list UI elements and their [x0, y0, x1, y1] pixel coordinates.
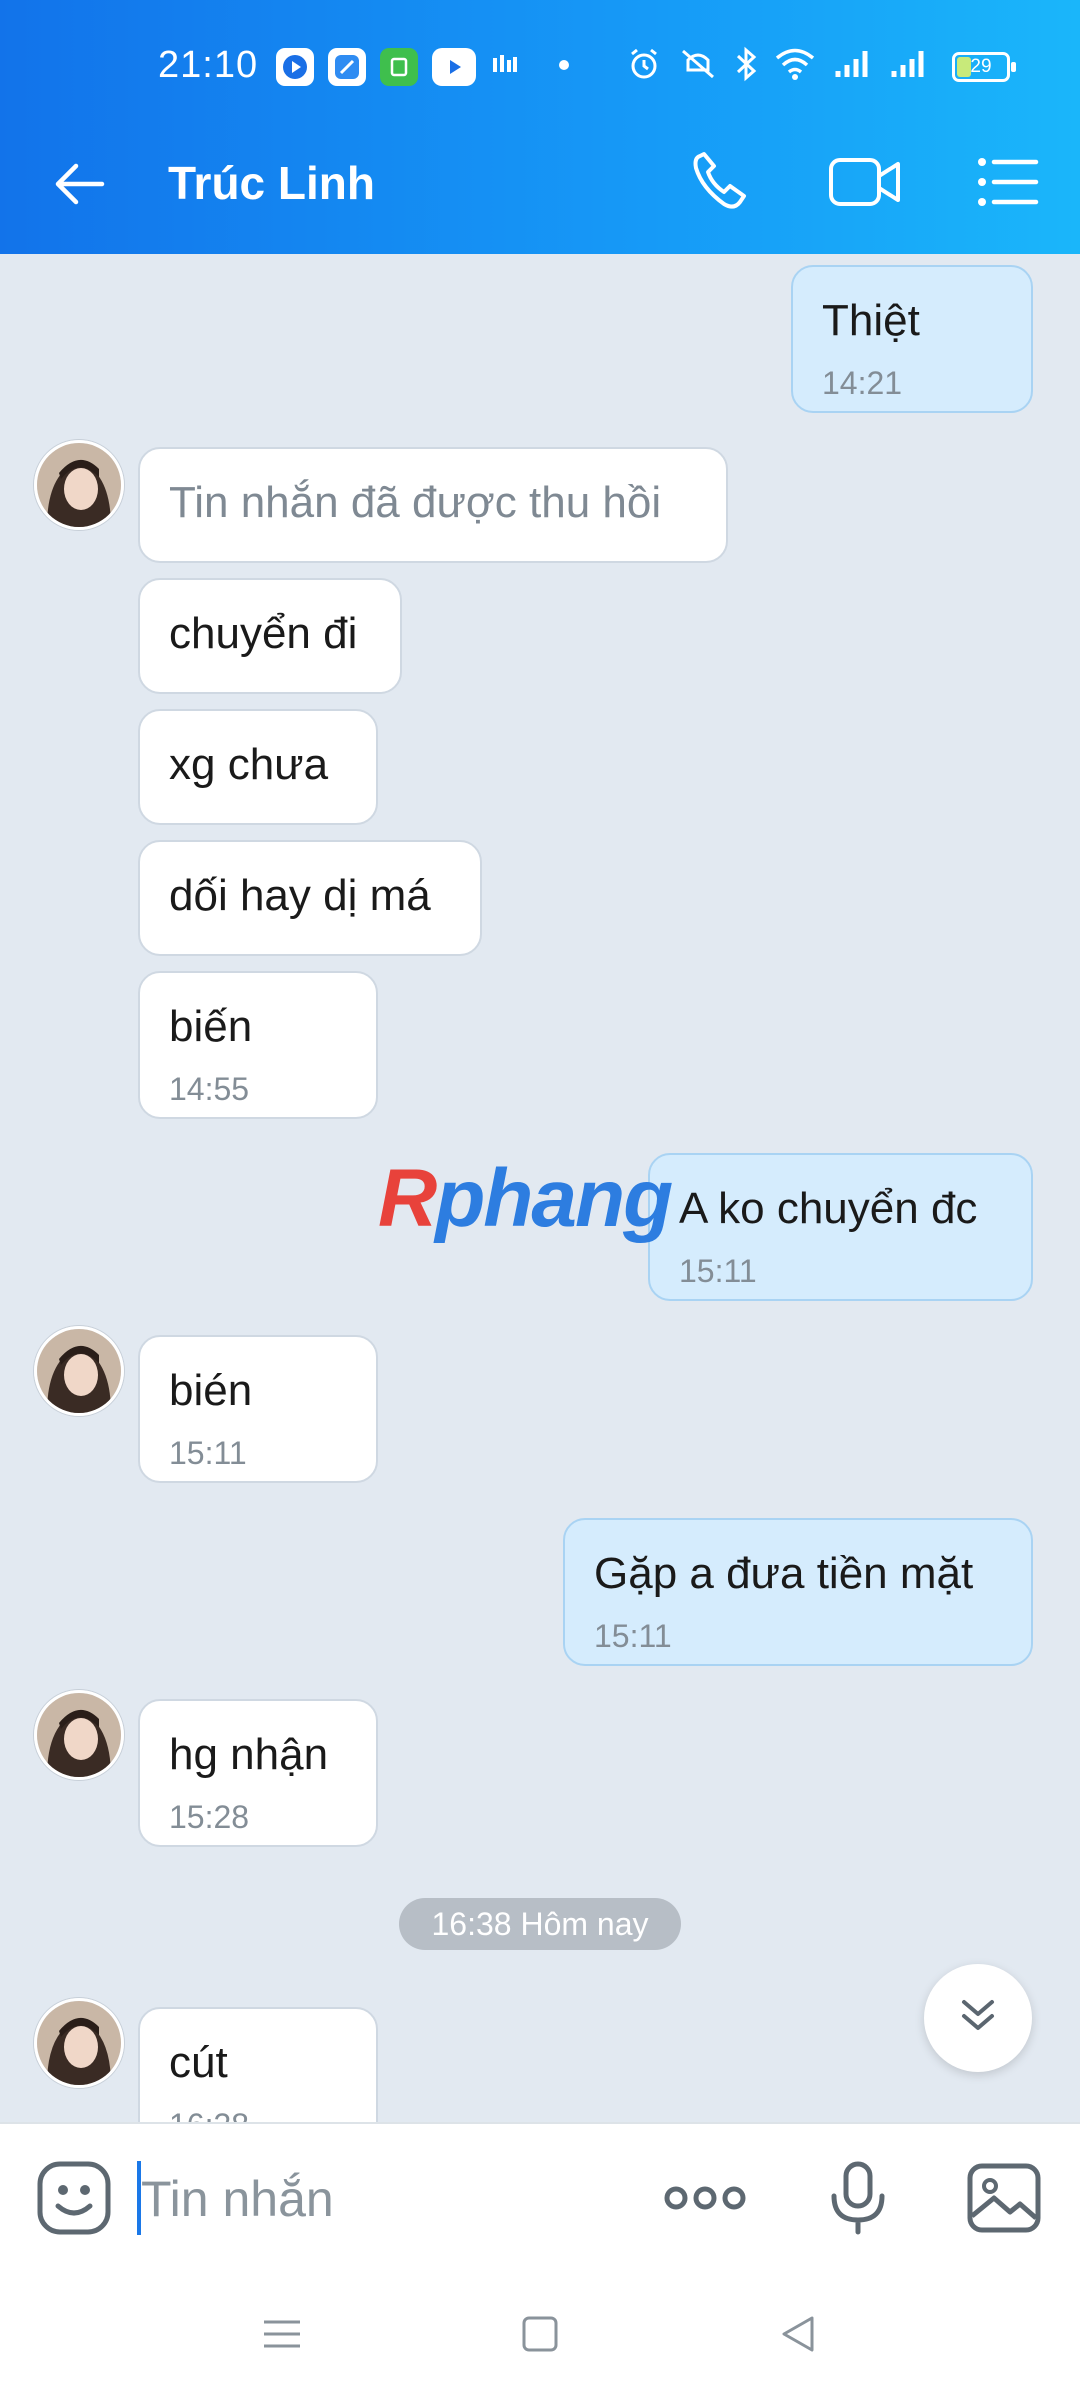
- double-chevron-down-icon: [956, 1994, 1000, 2043]
- message-text: dối hay dị má: [169, 871, 431, 920]
- avatar[interactable]: [34, 1998, 124, 2088]
- incoming-message[interactable]: biến 14:55: [138, 971, 378, 1119]
- message-text: Gặp a đưa tiền mặt: [594, 1549, 974, 1598]
- avatar[interactable]: [34, 440, 124, 530]
- app-bar: Trúc Linh: [0, 110, 1080, 254]
- incoming-message[interactable]: chuyển đi: [138, 578, 402, 694]
- image-icon[interactable]: [966, 2160, 1042, 2236]
- avatar[interactable]: [34, 1690, 124, 1780]
- alarm-icon: [626, 46, 662, 87]
- message-time: 14:55: [169, 1071, 250, 1107]
- menu-list-icon[interactable]: [976, 150, 1046, 214]
- watermark: Rphang: [378, 1153, 673, 1244]
- equalizer-icon: [490, 50, 520, 85]
- message-text: Thiệt: [822, 296, 920, 345]
- incoming-message[interactable]: cút 16:38: [138, 2007, 378, 2122]
- mute-icon: [678, 46, 718, 87]
- youtube-icon: [432, 48, 476, 86]
- phone-icon[interactable]: [686, 150, 756, 214]
- home-icon[interactable]: [518, 2312, 562, 2356]
- outgoing-message[interactable]: Thiệt 14:21: [791, 265, 1033, 413]
- play-icon: [276, 48, 314, 86]
- system-navigation-bar: [0, 2272, 1080, 2400]
- contact-name[interactable]: Trúc Linh: [168, 156, 375, 210]
- incoming-message[interactable]: hg nhận 15:28: [138, 1699, 378, 1847]
- battery-level: 29: [970, 56, 992, 77]
- recalled-message[interactable]: Tin nhắn đã được thu hồi: [138, 447, 728, 563]
- message-input[interactable]: Tin nhắn: [141, 2170, 334, 2228]
- message-text: xg chưa: [169, 740, 329, 789]
- app-icon: [380, 48, 418, 86]
- message-composer: Tin nhắn: [0, 2122, 1080, 2272]
- video-call-icon[interactable]: [828, 150, 900, 214]
- message-text: bién: [169, 1366, 253, 1415]
- back-arrow-icon[interactable]: [50, 154, 110, 214]
- message-text: A ko chuyển đc: [679, 1184, 978, 1233]
- message-time: 14:21: [822, 365, 903, 401]
- date-separator: 16:38 Hôm nay: [399, 1898, 681, 1950]
- browser-icon: [328, 48, 366, 86]
- message-list[interactable]: Thiệt 14:21 Tin nhắn đã được thu hồi chu…: [0, 254, 1080, 2122]
- message-text: chuyển đi: [169, 609, 358, 658]
- outgoing-message[interactable]: A ko chuyển đc 15:11: [648, 1153, 1033, 1301]
- message-time: 15:28: [169, 1799, 250, 1835]
- message-time: 16:38: [169, 2107, 249, 2122]
- bluetooth-icon: [734, 46, 758, 87]
- recent-apps-icon[interactable]: [260, 2312, 304, 2356]
- status-bar: 21:10 29: [0, 0, 1080, 110]
- message-time: 15:11: [169, 1435, 247, 1471]
- microphone-icon[interactable]: [820, 2160, 896, 2236]
- wifi-icon: [774, 47, 816, 86]
- status-time: 21:10: [158, 44, 259, 86]
- incoming-message[interactable]: xg chưa: [138, 709, 378, 825]
- message-time: 15:11: [594, 1618, 672, 1654]
- emoji-icon[interactable]: [36, 2160, 112, 2236]
- dot-icon: [558, 58, 570, 76]
- signal-icon: [832, 47, 872, 86]
- scroll-to-bottom-button[interactable]: [924, 1964, 1032, 2072]
- outgoing-message[interactable]: Gặp a đưa tiền mặt 15:11: [563, 1518, 1033, 1666]
- battery-indicator: 29: [952, 52, 1016, 82]
- message-text: biến: [169, 1002, 253, 1051]
- avatar[interactable]: [34, 1326, 124, 1416]
- system-icons: [626, 46, 928, 87]
- back-icon[interactable]: [776, 2312, 820, 2356]
- message-text: cút: [169, 2038, 228, 2087]
- incoming-message[interactable]: dối hay dị má: [138, 840, 482, 956]
- message-time: 15:11: [679, 1253, 757, 1289]
- incoming-message[interactable]: bién 15:11: [138, 1335, 378, 1483]
- signal-icon: [888, 47, 928, 86]
- notification-icons: [276, 48, 570, 86]
- message-text: Tin nhắn đã được thu hồi: [169, 478, 662, 527]
- more-options-icon[interactable]: [662, 2160, 748, 2236]
- chat-header: 21:10 29 Trúc Linh: [0, 0, 1080, 254]
- message-text: hg nhận: [169, 1730, 329, 1779]
